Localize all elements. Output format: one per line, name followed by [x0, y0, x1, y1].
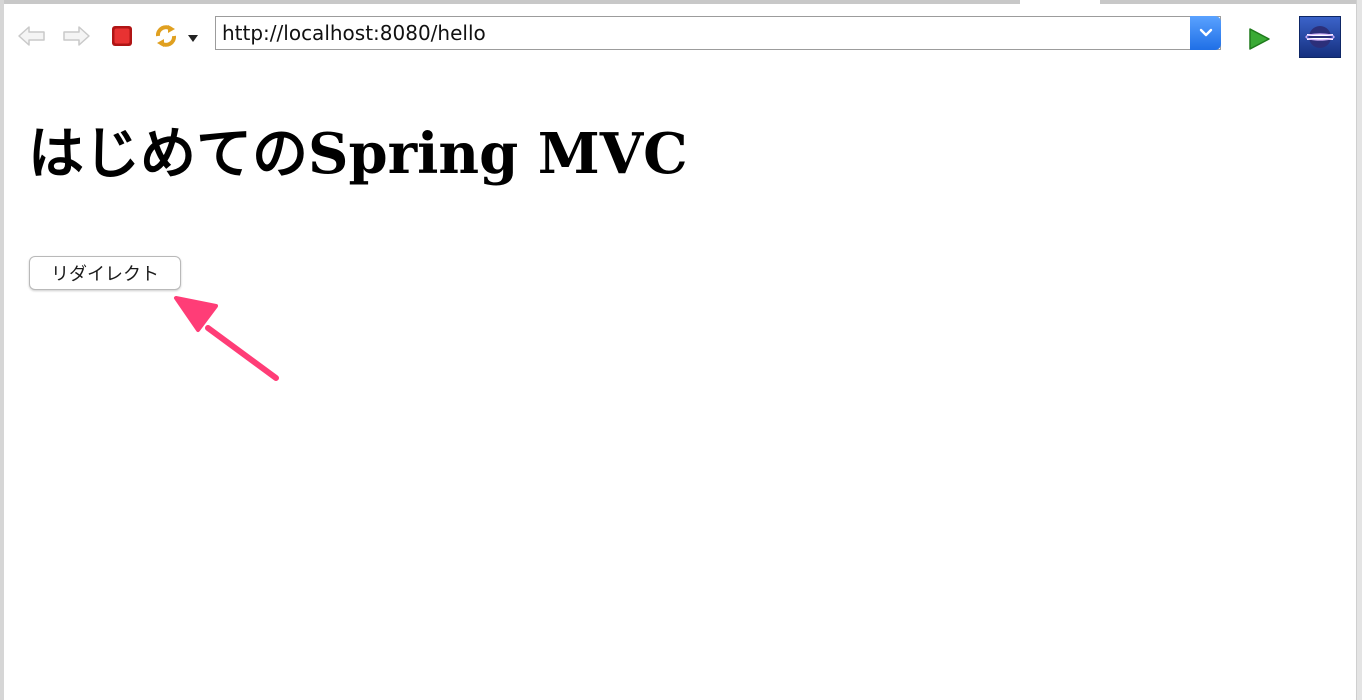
forward-arrow-icon [63, 26, 90, 46]
refresh-button[interactable] [150, 20, 182, 52]
go-play-icon [1249, 28, 1270, 50]
redirect-button[interactable]: リダイレクト [29, 256, 181, 290]
url-input[interactable] [222, 17, 1182, 49]
go-button[interactable] [1244, 24, 1274, 54]
chevron-down-icon [1199, 28, 1212, 37]
browser-toolbar [4, 4, 1356, 64]
stop-icon [112, 26, 132, 46]
triangle-down-icon [188, 35, 198, 42]
back-arrow-icon [18, 26, 45, 46]
window-frame-right [1356, 0, 1362, 700]
forward-button[interactable] [60, 20, 92, 52]
back-button[interactable] [16, 20, 48, 52]
eclipse-button[interactable] [1299, 16, 1341, 58]
stop-button[interactable] [106, 20, 138, 52]
window-frame-left [0, 0, 4, 700]
refresh-dropdown-button[interactable] [186, 28, 200, 48]
refresh-icon [156, 25, 176, 47]
url-bar [215, 16, 1221, 50]
page-title: はじめてのSpring MVC [28, 121, 688, 187]
eclipse-logo-icon [1305, 26, 1335, 48]
url-history-dropdown[interactable] [1190, 16, 1221, 50]
annotation-arrow-icon [174, 296, 279, 381]
